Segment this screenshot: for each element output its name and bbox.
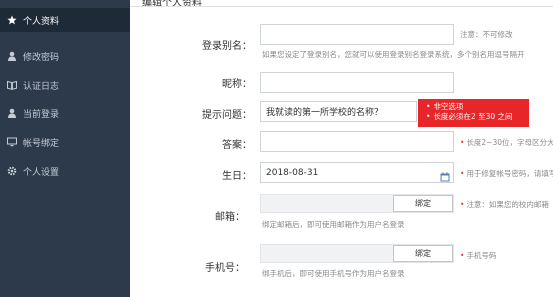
phone-hint-text: 手机号码 — [466, 251, 497, 260]
validation-tooltip: • 非空选项 • 长度必须在2 至30 之间 — [418, 99, 529, 127]
sidebar-item-label: 认证日志 — [23, 81, 60, 92]
email-hint: • 注意：如果您的校内邮箱 — [460, 199, 549, 210]
sidebar-item-label: 个人设置 — [23, 167, 60, 178]
sidebar-item-personal-settings[interactable]: 个人设置 — [0, 159, 130, 183]
email-help: 绑定邮箱后，即可使用邮箱作为用户名登录 — [262, 220, 405, 229]
birthday-input[interactable]: 2018-08-31 — [260, 162, 454, 183]
phone-label: 手机号： — [205, 263, 245, 274]
login-alias-label: 登录别名： — [202, 41, 252, 52]
email-label: 邮箱： — [215, 212, 245, 223]
monitor-icon — [7, 137, 17, 147]
birthday-label: 生日： — [222, 171, 252, 182]
sidebar-item-current-login[interactable]: 当前登录 — [0, 101, 130, 125]
required-star: • — [460, 169, 465, 178]
calendar-icon[interactable] — [440, 167, 450, 182]
required-star: • — [460, 251, 465, 260]
login-alias-input[interactable] — [260, 24, 454, 45]
tooltip-line: 非空选项 — [433, 102, 464, 111]
bind-phone-button[interactable]: 绑定 — [393, 245, 453, 262]
answer-label: 答案： — [222, 140, 252, 151]
star-icon — [7, 15, 17, 25]
sidebar-item-label: 个人资料 — [23, 16, 60, 27]
sidebar-item-label: 帐号绑定 — [23, 138, 60, 149]
gear-icon — [7, 166, 17, 176]
email-hint-text: 注意：如果您的校内邮箱 — [466, 200, 549, 209]
header-divider — [130, 6, 553, 7]
answer-input[interactable] — [260, 131, 454, 152]
phone-help: 绑手机后，即可使用手机号作为用户名登录 — [262, 269, 405, 278]
sidebar-item-auth-log[interactable]: 认证日志 — [0, 73, 130, 97]
question-label: 提示问题： — [202, 110, 252, 121]
page-title: 编辑个人资料 — [142, 0, 202, 9]
answer-hint-text: 长度2~30位，字母区分大小写 — [466, 138, 553, 147]
login-alias-help: 如果您设定了登录别名，您就可以使用登录别名登录系统，多个别名用逗号隔开 — [262, 50, 525, 59]
sidebar-item-profile[interactable]: 个人资料 — [0, 8, 130, 32]
phone-hint: • 手机号码 — [460, 250, 496, 261]
login-alias-note: 注意：不可修改 — [460, 30, 513, 39]
book-icon — [7, 80, 17, 90]
bind-email-button[interactable]: 绑定 — [393, 195, 453, 212]
sidebar-item-label: 修改密码 — [23, 52, 60, 63]
question-select[interactable]: 我就读的第一所学校的名称？ — [260, 101, 417, 122]
sidebar: 个人资料 修改密码 认证日志 当前登录 帐号绑定 个人设置 — [0, 0, 130, 297]
sidebar-item-account-binding[interactable]: 帐号绑定 — [0, 130, 130, 154]
nickname-label: 昵称： — [222, 79, 252, 90]
tooltip-line: 长度必须在2 至30 之间 — [433, 112, 513, 121]
birthday-hint-text: 用于修复帐号密码，请填写 — [466, 169, 553, 178]
answer-hint: •长度2~30位，字母区分大小写 — [460, 137, 553, 148]
required-star: • — [460, 200, 465, 209]
required-star: • — [460, 138, 465, 147]
sidebar-item-label: 当前登录 — [23, 109, 60, 120]
sidebar-item-change-password[interactable]: 修改密码 — [0, 44, 130, 68]
birthday-hint: • 用于修复帐号密码，请填写 — [460, 168, 553, 179]
user-icon — [7, 108, 17, 118]
user-icon — [7, 51, 17, 61]
nickname-input[interactable] — [260, 72, 454, 93]
